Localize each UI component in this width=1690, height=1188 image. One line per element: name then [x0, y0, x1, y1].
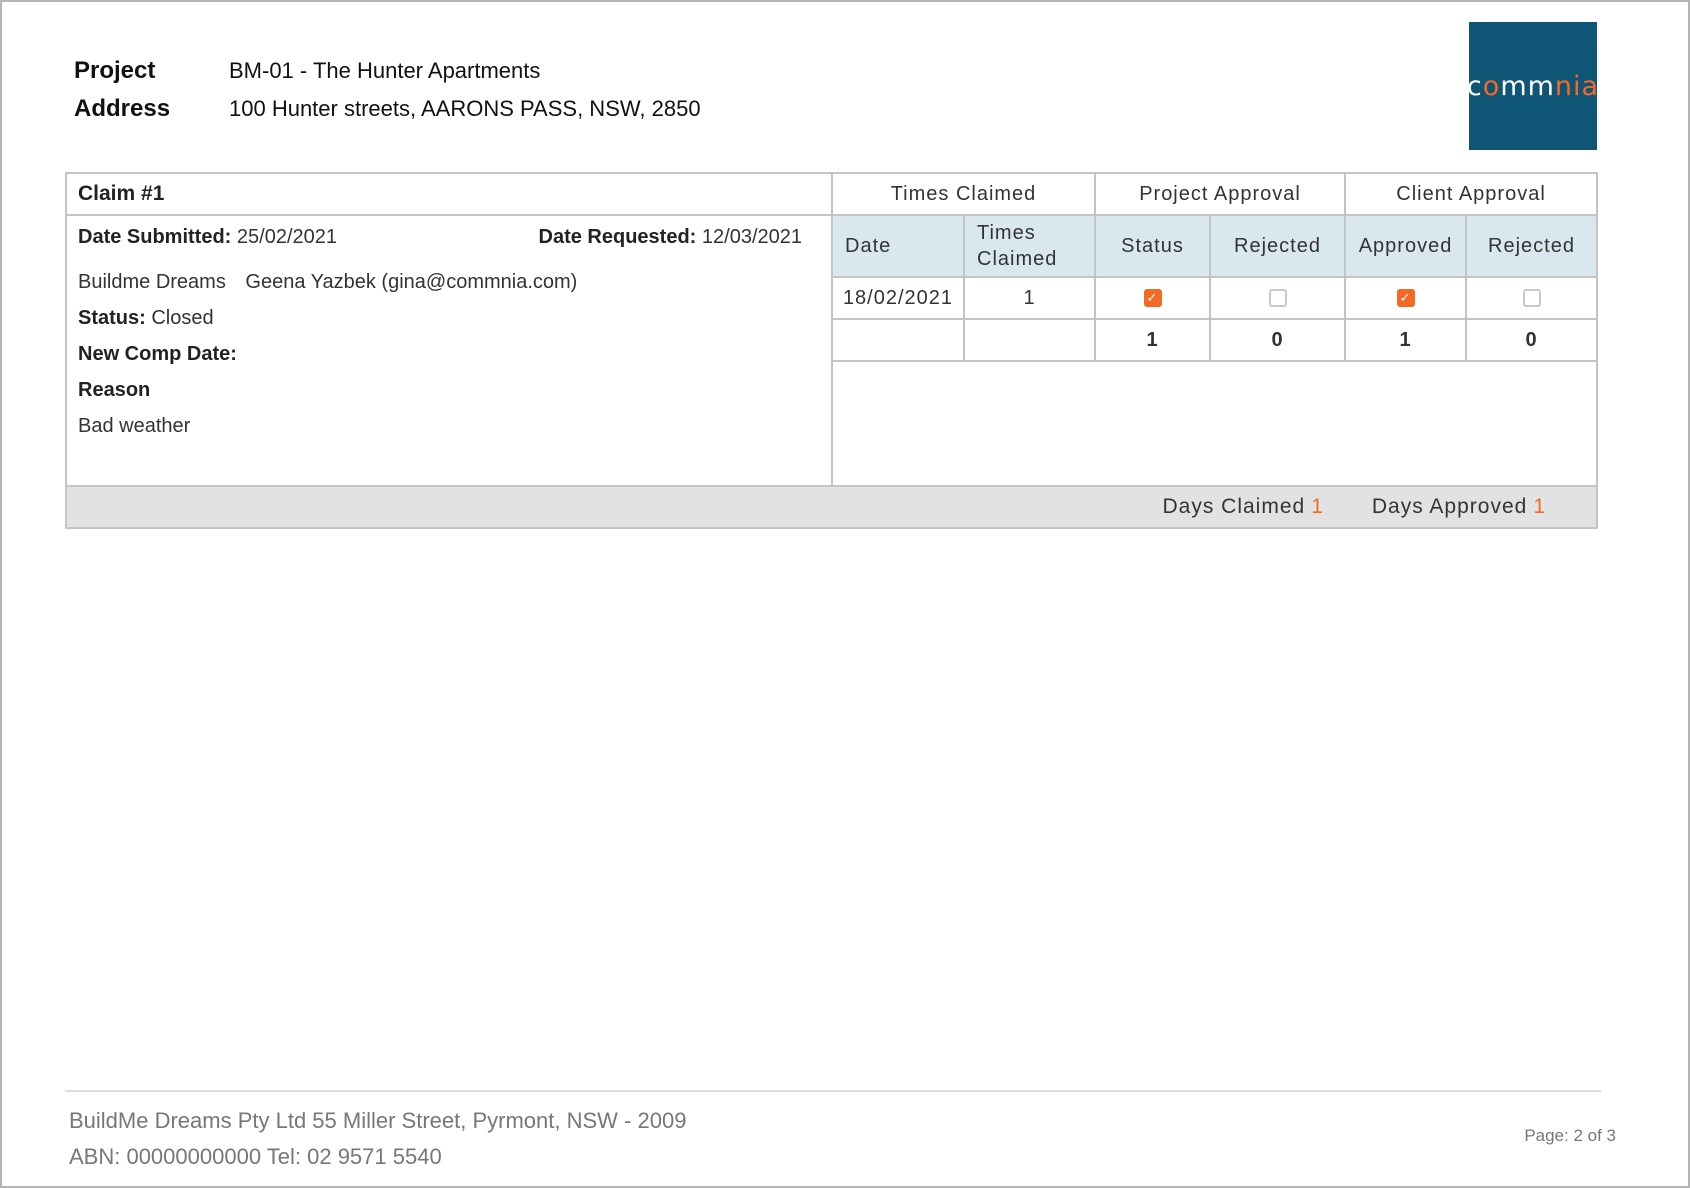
group-header-client-approval: Client Approval: [1344, 174, 1597, 216]
footer-divider: [65, 1090, 1601, 1092]
total-empty-1: [833, 318, 965, 362]
total-client-rejected: 0: [1465, 318, 1597, 362]
dates-row: Date Submitted: 25/02/2021 Date Requeste…: [78, 226, 818, 249]
new-comp-date-label: New Comp Date:: [78, 343, 237, 365]
col-header-status: Status: [1094, 214, 1211, 278]
address-row: Address 100 Hunter streets, AARONS PASS,…: [74, 90, 701, 128]
project-rejected-cell: [1208, 276, 1347, 320]
claim-title: Claim #1: [67, 174, 831, 216]
row-times-claimed: 1: [963, 276, 1096, 320]
status-row: Status: Closed: [78, 307, 214, 330]
total-project-rejected: 0: [1208, 318, 1347, 362]
totals-row: 1 0 1 0: [833, 318, 1597, 362]
claim-card: Claim #1 Date Submitted: 25/02/2021 Date…: [65, 172, 1598, 529]
report-page: Project BM-01 - The Hunter Apartments Ad…: [0, 0, 1690, 1188]
claim-details: Claim #1 Date Submitted: 25/02/2021 Date…: [67, 174, 833, 485]
contact-name: Geena Yazbek (gina@commnia.com): [245, 271, 578, 293]
days-summary-bar: Days Claimed 1 Days Approved 1: [67, 485, 1596, 527]
client-rejected-cell: [1465, 276, 1597, 320]
col-header-times-claimed: Times Claimed: [963, 214, 1096, 278]
footer-abn-phone: ABN: 00000000000 Tel: 02 9571 5540: [69, 1144, 442, 1169]
days-approved-value: 1: [1533, 495, 1546, 518]
total-project-status: 1: [1094, 318, 1211, 362]
page-number: Page: 2 of 3: [1524, 1126, 1616, 1145]
project-label: Project: [74, 57, 156, 84]
project-row: Project BM-01 - The Hunter Apartments: [74, 52, 701, 90]
project-header: Project BM-01 - The Hunter Apartments Ad…: [74, 52, 701, 128]
group-header-project-approval: Project Approval: [1093, 174, 1347, 216]
project-rejected-checkbox[interactable]: [1268, 289, 1287, 308]
status-value: Closed: [151, 307, 214, 329]
status-label: Status:: [78, 307, 146, 329]
col-header-approved: Approved: [1344, 214, 1468, 278]
row-date: 18/02/2021: [833, 276, 965, 320]
address-value: 100 Hunter streets, AARONS PASS, NSW, 28…: [229, 96, 701, 121]
client-rejected-checkbox[interactable]: [1522, 289, 1541, 308]
total-client-approved: 1: [1344, 318, 1468, 362]
client-approved-cell: ✓: [1344, 276, 1468, 320]
project-status-cell: ✓: [1094, 276, 1211, 320]
client-approved-checkbox[interactable]: ✓: [1396, 289, 1415, 308]
project-value: BM-01 - The Hunter Apartments: [229, 58, 541, 83]
date-submitted: Date Submitted: 25/02/2021: [78, 226, 338, 248]
reason-value: Bad weather: [78, 415, 191, 437]
days-claimed-value: 1: [1311, 495, 1324, 518]
days-claimed-label: Days Claimed: [1162, 495, 1306, 518]
claim-grid: Times Claimed Project Approval Client Ap…: [833, 174, 1597, 485]
date-requested: Date Requested: 12/03/2021: [538, 226, 802, 248]
reason-label: Reason: [78, 379, 151, 401]
total-empty-2: [963, 318, 1096, 362]
footer-company-address: BuildMe Dreams Pty Ltd 55 Miller Street,…: [69, 1108, 687, 1133]
days-approved-label: Days Approved: [1371, 495, 1528, 518]
company-name: Buildme Dreams: [78, 271, 226, 293]
contact-row: Buildme Dreams Geena Yazbek (gina@commni…: [78, 271, 577, 294]
address-label: Address: [74, 95, 171, 122]
group-header-times-claimed: Times Claimed: [833, 174, 1096, 216]
col-header-project-rejected: Rejected: [1208, 214, 1347, 278]
commnia-logo: c o mm nia: [1467, 22, 1598, 150]
project-status-checkbox[interactable]: ✓: [1143, 289, 1162, 308]
col-header-client-rejected: Rejected: [1465, 214, 1597, 278]
table-row: 18/02/2021 1 ✓ ✓: [833, 276, 1597, 320]
col-header-date: Date: [833, 214, 965, 278]
